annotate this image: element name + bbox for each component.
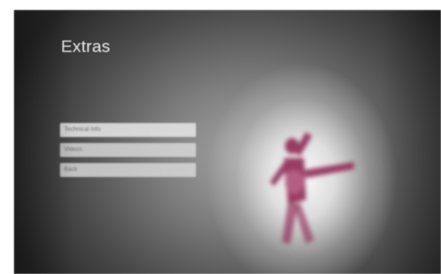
page-title: Extras (61, 37, 111, 56)
extras-screen: Extras Technical Info Videos Back (14, 10, 441, 274)
dancer-background-image (270, 132, 354, 244)
menu-item-technical-info[interactable]: Technical Info (60, 123, 196, 137)
tv-frame: Extras Technical Info Videos Back (0, 0, 441, 274)
extras-menu: Technical Info Videos Back (60, 123, 196, 183)
menu-item-back[interactable]: Back (60, 163, 196, 177)
menu-item-videos[interactable]: Videos (60, 143, 196, 157)
